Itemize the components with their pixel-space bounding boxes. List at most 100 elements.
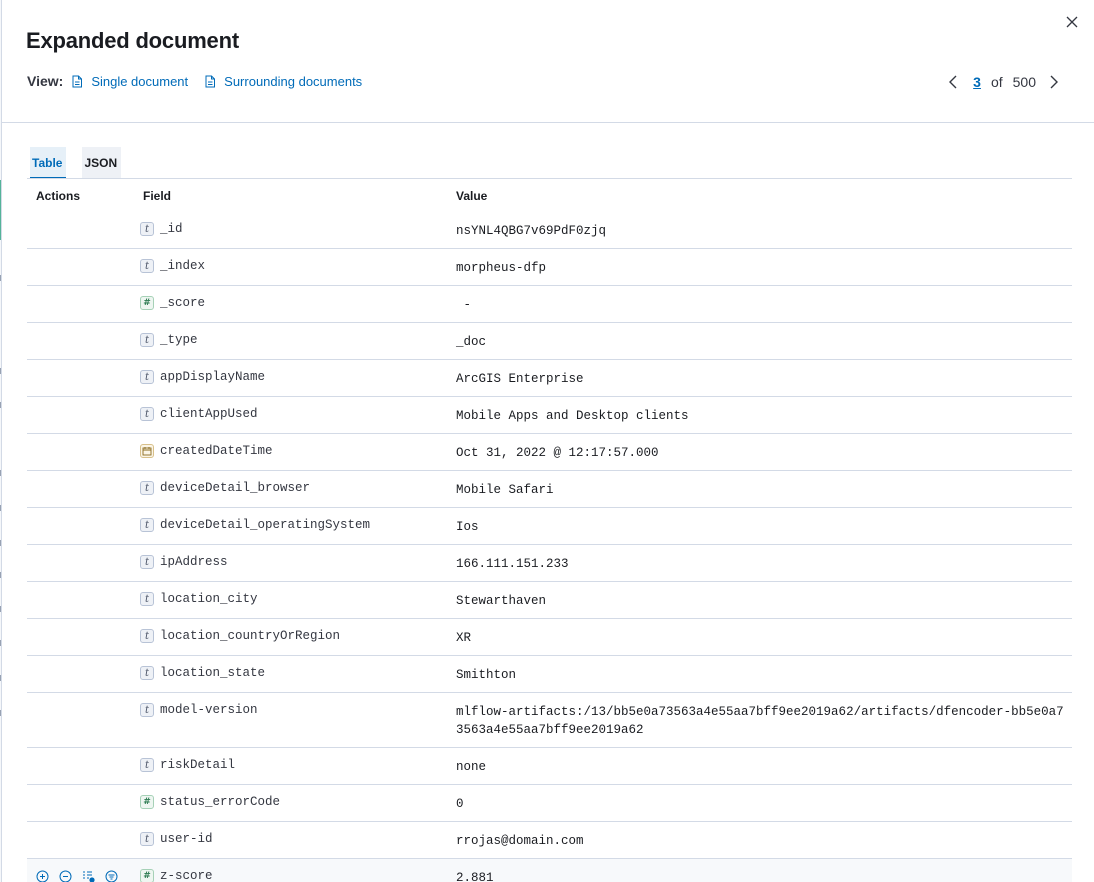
row-actions xyxy=(27,582,140,616)
row-actions xyxy=(27,656,140,690)
expanded-document-flyout: Expanded document View: Single document … xyxy=(1,0,1094,882)
filter-exists-icon[interactable] xyxy=(104,869,118,882)
next-document-button[interactable] xyxy=(1042,72,1066,92)
string-type-icon: t xyxy=(140,703,154,717)
field-value: 166.111.151.233 xyxy=(456,557,569,571)
current-page[interactable]: 3 xyxy=(973,74,981,90)
pager-of: of xyxy=(990,74,1003,90)
number-type-icon: # xyxy=(140,869,154,882)
table-row: t appDisplayName ArcGIS Enterprise xyxy=(27,360,1072,397)
document-table: Actions Field Value t _id nsYNL4QBG7v69PdF… xyxy=(27,178,1072,882)
field-name: appDisplayName xyxy=(160,370,266,384)
row-actions xyxy=(27,286,140,320)
previous-document-button[interactable] xyxy=(941,72,965,92)
field-value: XR xyxy=(456,631,472,645)
view-label: View: xyxy=(27,73,64,89)
close-icon xyxy=(1066,16,1078,28)
close-button[interactable] xyxy=(1062,12,1082,32)
field-cell: t deviceDetail_browser xyxy=(140,471,456,505)
field-name: clientAppUsed xyxy=(160,407,258,421)
field-name: location_state xyxy=(160,666,266,680)
table-row: # _score - xyxy=(27,286,1072,323)
string-type-icon: t xyxy=(140,832,154,846)
row-actions xyxy=(27,249,140,283)
tab-table[interactable]: Table xyxy=(30,147,67,179)
field-value: mlflow-artifacts:/13/bb5e0a73563a4e55aa7… xyxy=(456,705,1064,737)
field-cell: # z-score xyxy=(140,859,456,882)
field-value: 0 xyxy=(456,797,464,811)
row-actions xyxy=(27,360,140,394)
field-name: _type xyxy=(160,333,198,347)
field-name: model-version xyxy=(160,703,258,717)
tab-json[interactable]: JSON xyxy=(82,147,122,179)
string-type-icon: t xyxy=(140,592,154,606)
row-actions xyxy=(27,859,140,882)
table-row: t _id nsYNL4QBG7v69PdF0zjq xyxy=(27,212,1072,249)
field-value: ArcGIS Enterprise xyxy=(456,372,584,386)
table-row: t ipAddress 166.111.151.233 xyxy=(27,545,1072,582)
field-value: morpheus-dfp xyxy=(456,261,547,275)
string-type-icon: t xyxy=(140,518,154,532)
string-type-icon: t xyxy=(140,222,154,236)
field-cell: t _index xyxy=(140,249,456,283)
field-name: location_city xyxy=(160,592,258,606)
column-header-actions: Actions xyxy=(36,188,81,203)
field-cell: t deviceDetail_operatingSystem xyxy=(140,508,456,542)
string-type-icon: t xyxy=(140,481,154,495)
row-actions xyxy=(27,212,140,246)
chevron-left-icon xyxy=(949,75,957,89)
row-actions xyxy=(27,693,140,727)
field-value: - xyxy=(456,298,472,312)
row-actions xyxy=(27,748,140,782)
string-type-icon: t xyxy=(140,407,154,421)
field-name: _score xyxy=(160,296,206,310)
field-value: 2.881 xyxy=(456,871,494,882)
table-row: t location_city Stewarthaven xyxy=(27,582,1072,619)
table-row: t clientAppUsed Mobile Apps and Desktop cl… xyxy=(27,397,1072,434)
date-type-icon xyxy=(140,444,154,458)
field-cell: t location_countryOrRegion xyxy=(140,619,456,653)
number-type-icon: # xyxy=(140,296,154,310)
row-actions xyxy=(27,397,140,431)
table-body: t _id nsYNL4QBG7v69PdF0zjq t _index morpheus-… xyxy=(27,212,1072,882)
field-name: createdDateTime xyxy=(160,444,273,458)
field-name: ipAddress xyxy=(160,555,228,569)
field-value: Mobile Apps and Desktop clients xyxy=(456,409,689,423)
field-value: Oct 31, 2022 @ 12:17:57.000 xyxy=(456,446,659,460)
surrounding-documents-label: Surrounding documents xyxy=(224,73,363,89)
table-row: # z-score 2.881 xyxy=(27,859,1072,882)
column-header-value: Value xyxy=(456,188,488,203)
table-row: # status_errorCode 0 xyxy=(27,785,1072,822)
view-switcher: View: Single document Surrounding docume… xyxy=(27,73,378,89)
string-type-icon: t xyxy=(140,333,154,347)
string-type-icon: t xyxy=(140,758,154,772)
row-actions xyxy=(27,545,140,579)
number-type-icon: # xyxy=(140,795,154,809)
string-type-icon: t xyxy=(140,259,154,273)
field-cell: t appDisplayName xyxy=(140,360,456,394)
table-row: t deviceDetail_browser Mobile Safari xyxy=(27,471,1072,508)
surrounding-documents-link[interactable]: Surrounding documents xyxy=(204,74,362,89)
field-value: nsYNL4QBG7v69PdF0zjq xyxy=(456,224,607,238)
filter-for-value-icon[interactable] xyxy=(35,869,49,882)
row-actions xyxy=(27,619,140,653)
row-actions xyxy=(27,508,140,542)
field-name: _index xyxy=(160,259,206,273)
filter-out-value-icon[interactable] xyxy=(58,869,72,882)
single-document-link[interactable]: Single document xyxy=(71,74,188,89)
field-name: riskDetail xyxy=(160,758,236,772)
row-actions xyxy=(27,434,140,468)
table-row: t location_state Smithton xyxy=(27,656,1072,693)
field-cell: t model-version xyxy=(140,693,456,727)
table-row: t _type _doc xyxy=(27,323,1072,360)
table-row: t deviceDetail_operatingSystem Ios xyxy=(27,508,1072,545)
field-cell: createdDateTime xyxy=(140,434,456,468)
field-cell: t ipAddress xyxy=(140,545,456,579)
table-row: t location_countryOrRegion XR xyxy=(27,619,1072,656)
table-row: t _index morpheus-dfp xyxy=(27,249,1072,286)
field-value: Mobile Safari xyxy=(456,483,554,497)
field-name: status_errorCode xyxy=(160,795,281,809)
row-actions xyxy=(27,785,140,819)
single-document-label: Single document xyxy=(91,73,189,89)
toggle-column-icon[interactable] xyxy=(81,869,95,882)
